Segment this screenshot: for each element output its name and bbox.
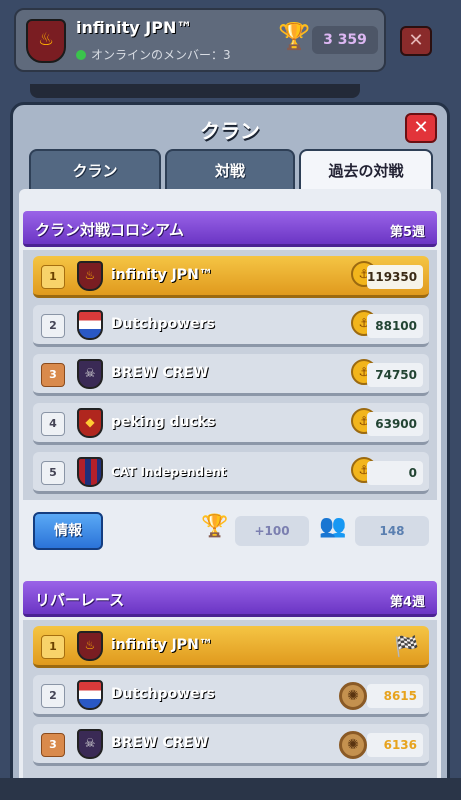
dialog-title: クラン <box>200 119 260 143</box>
colosseum-list: 1 ♨ infinity JPN™ ⚓ 119350 2 Dutchpowers… <box>23 250 437 500</box>
clan-name: peking ducks <box>111 414 216 430</box>
river-race-row[interactable]: 2 Dutchpowers ✺ 8615 <box>33 675 429 717</box>
clan-badge-icon <box>77 310 103 340</box>
clan-name: infinity JPN™ <box>76 18 193 37</box>
rank-badge: 5 <box>41 461 65 485</box>
clan-badge-icon: ♨ <box>77 261 103 291</box>
bottom-nav <box>0 778 461 800</box>
river-race-week: 第4週 <box>389 595 425 610</box>
rank-badge: 4 <box>41 412 65 436</box>
dialog-close-button[interactable]: ✕ <box>405 113 437 143</box>
colosseum-row[interactable]: 3 ☠ BREW CREW ⚓ 74750 <box>33 354 429 396</box>
tab-war[interactable]: 対戦 <box>165 149 295 189</box>
rank-badge: 1 <box>41 635 65 659</box>
ship-wheel-icon: ✺ <box>339 682 367 710</box>
rank-badge: 2 <box>41 314 65 338</box>
clan-score: 88100 <box>367 314 423 338</box>
clan-header[interactable]: ♨ infinity JPN™ オンラインのメンバー：3 🏆 3 359 <box>14 8 386 72</box>
colosseum-row[interactable]: 5 CAT Independent ⚓ 0 <box>33 452 429 494</box>
colosseum-row[interactable]: 4 ◆ peking ducks ⚓ 63900 <box>33 403 429 445</box>
clan-badge-icon: ☠ <box>77 359 103 389</box>
clan-badge-icon <box>77 680 103 710</box>
info-button[interactable]: 情報 <box>33 512 103 550</box>
clan-name: BREW CREW <box>111 365 209 381</box>
river-race-title: リバーレース <box>35 591 125 609</box>
online-members: オンラインのメンバー：3 <box>76 46 231 63</box>
clan-name: infinity JPN™ <box>111 267 213 283</box>
colosseum-row[interactable]: 1 ♨ infinity JPN™ ⚓ 119350 <box>33 256 429 298</box>
river-race-header: リバーレース 第4週 <box>23 581 437 617</box>
clan-score: 0 <box>367 461 423 485</box>
colosseum-footer: 情報 🏆 +100 👥 148 <box>23 500 437 562</box>
clan-trophies: 3 359 <box>312 26 378 54</box>
clan-name: BREW CREW <box>111 735 209 751</box>
clan-name: Dutchpowers <box>111 316 215 332</box>
colosseum-header: クラン対戦コロシアム 第5週 <box>23 211 437 247</box>
clan-badge-icon: ☠ <box>77 729 103 759</box>
finish-flag-icon: 🏁 <box>394 634 419 658</box>
colosseum-week: 第5週 <box>389 225 425 240</box>
past-wars-panel: クラン対戦コロシアム 第5週 1 ♨ infinity JPN™ ⚓ 11935… <box>19 189 441 797</box>
clan-score: 6136 <box>367 733 423 757</box>
participants-icon: 👥 <box>319 514 347 539</box>
clan-dialog: クラン ✕ クラン 対戦 過去の対戦 クラン対戦コロシアム 第5週 1 ♨ in… <box>10 102 450 800</box>
rank-badge: 3 <box>41 363 65 387</box>
tab-bar: クラン 対戦 過去の対戦 <box>29 149 433 189</box>
online-members-label: オンラインのメンバー：3 <box>91 48 231 62</box>
colosseum-title: クラン対戦コロシアム <box>35 221 184 239</box>
online-indicator-icon <box>76 50 86 60</box>
clan-badge-icon: ♨ <box>26 19 66 63</box>
trophy-icon: 🏆 <box>201 514 229 539</box>
colosseum-row[interactable]: 2 Dutchpowers ⚓ 88100 <box>33 305 429 347</box>
clan-score: 63900 <box>367 412 423 436</box>
header-strip <box>30 84 360 98</box>
rank-badge: 2 <box>41 684 65 708</box>
clan-badge-icon: ◆ <box>77 408 103 438</box>
rank-badge: 1 <box>41 265 65 289</box>
header-close-button[interactable]: ✕ <box>400 26 432 56</box>
clan-name: infinity JPN™ <box>111 637 213 653</box>
river-race-row[interactable]: 3 ☠ BREW CREW ✺ 6136 <box>33 724 429 766</box>
tab-clan[interactable]: クラン <box>29 149 161 189</box>
rank-badge: 3 <box>41 733 65 757</box>
clan-badge-icon <box>77 457 103 487</box>
participants-count: 148 <box>355 516 429 546</box>
trophy-icon: 🏆 <box>278 22 311 52</box>
clan-score: 119350 <box>367 265 423 289</box>
clan-score: 74750 <box>367 363 423 387</box>
river-race-row[interactable]: 1 ♨ infinity JPN™ 🏁 <box>33 626 429 668</box>
clan-score: 8615 <box>367 684 423 708</box>
clan-name: CAT Independent <box>111 465 227 479</box>
tab-past-wars[interactable]: 過去の対戦 <box>299 149 433 189</box>
trophy-change: +100 <box>235 516 309 546</box>
river-race-list: 1 ♨ infinity JPN™ 🏁 2 Dutchpowers ✺ 8615… <box>23 620 437 780</box>
clan-name: Dutchpowers <box>111 686 215 702</box>
clan-badge-icon: ♨ <box>77 631 103 661</box>
ship-wheel-icon: ✺ <box>339 731 367 759</box>
